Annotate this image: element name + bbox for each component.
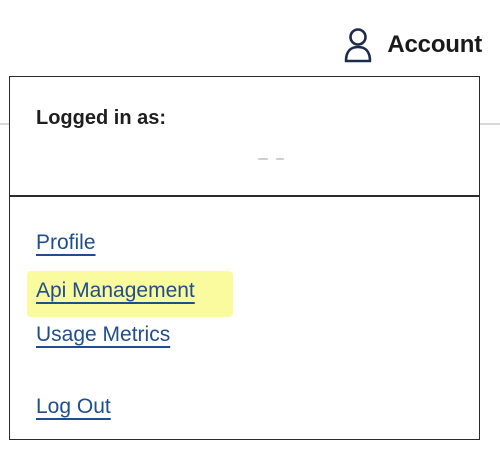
username-placeholder xyxy=(258,155,288,163)
user-icon xyxy=(341,26,375,64)
account-label: Account xyxy=(387,31,482,58)
account-button[interactable]: Account xyxy=(341,24,482,66)
menu-item-api-management[interactable]: Api Management xyxy=(36,279,195,303)
account-dropdown: Logged in as: Profile Api Management Usa… xyxy=(9,76,480,440)
menu-item-profile[interactable]: Profile xyxy=(36,231,96,255)
page: Account Logged in as: Profile Api Manage… xyxy=(0,0,500,452)
dropdown-divider xyxy=(10,195,479,197)
logged-in-label: Logged in as: xyxy=(36,107,166,129)
menu-item-usage-metrics[interactable]: Usage Metrics xyxy=(36,323,170,347)
menu-item-log-out[interactable]: Log Out xyxy=(36,395,111,419)
